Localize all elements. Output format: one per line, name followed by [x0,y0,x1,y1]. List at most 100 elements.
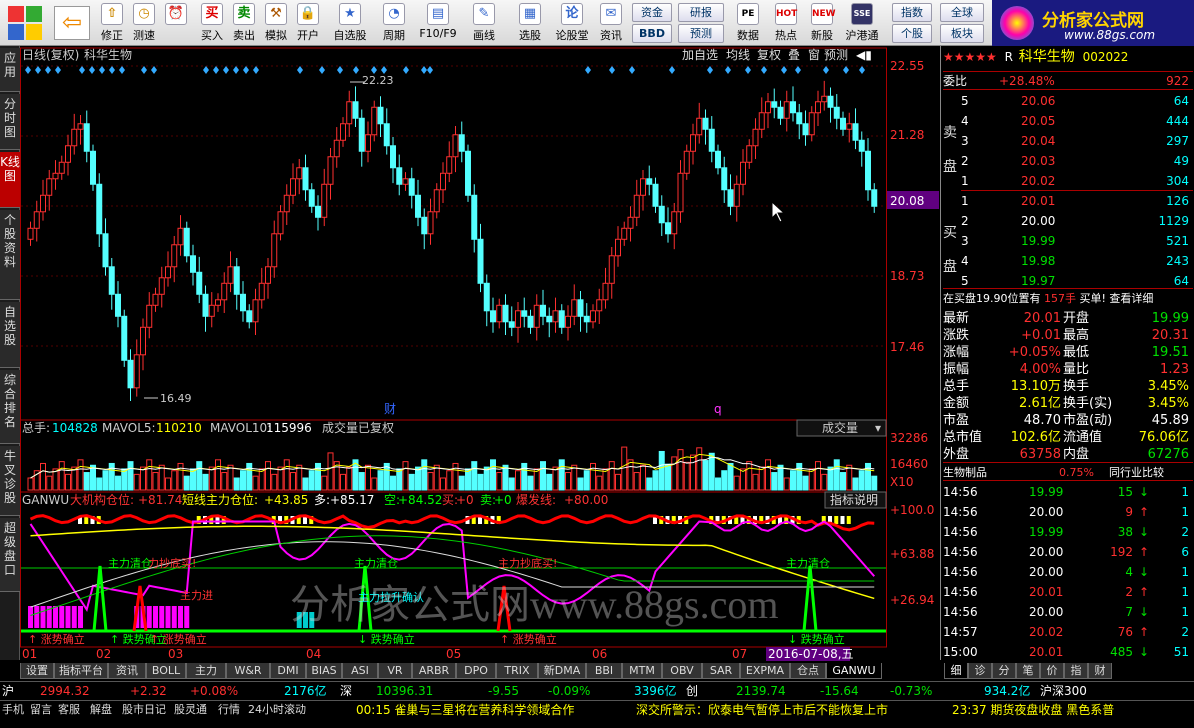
sidebar-item-orderbook[interactable]: 超级盘口 [0,518,20,592]
arrow-up-icon: ↑ [1138,545,1149,559]
tab-16[interactable]: OBV [662,663,702,679]
draw-line-button[interactable]: ✎ 画线 [464,2,504,44]
status-item-7[interactable]: 24小时滚动 [248,701,306,719]
sidebar-item-app[interactable]: 应用 [0,48,20,92]
svg-text:32286: 32286 [890,431,928,445]
news-button[interactable]: ✉ 资讯 [595,2,627,44]
windows-icon[interactable] [8,6,42,40]
bbd-button[interactable]: BBD [632,24,672,43]
svg-text:+81.74: +81.74 [138,493,182,507]
volume-bar [671,456,678,491]
tab-2[interactable]: 资讯 [108,663,146,679]
kline-chart[interactable]: 日线(复权) 科华生物 加自选 均线 复权 叠 窗 预测 ◀▮ 22.55 21… [20,46,940,663]
speaker-icon[interactable]: ◀▮ [856,48,872,62]
news-ticker-3[interactable]: 23:37 期货夜盘收盘 黑色系普 [952,701,1114,719]
tab-8[interactable]: ASI [342,663,378,679]
forum-button[interactable]: 论论股堂 [552,2,592,44]
forecast-button[interactable]: 预测 [678,24,724,43]
tab-10[interactable]: ARBR [412,663,456,679]
overlay-button[interactable]: 叠 [788,48,800,62]
tab-9[interactable]: VR [378,663,412,679]
fund-button[interactable]: 资金 [632,3,672,22]
tab-7[interactable]: BIAS [306,663,342,679]
industry-compare-button[interactable]: 同行业比较 [1109,463,1164,482]
status-item-0[interactable]: 手机 [2,701,24,719]
speed-test-button[interactable]: ◷ 测速 [128,2,160,44]
forecast-chart-button[interactable]: 预测 [824,48,848,62]
buy-label: 买盘 [943,225,957,275]
open-account-button[interactable]: 🔒 开户 [292,2,324,44]
adjust-button[interactable]: 复权 [757,48,781,62]
index-button[interactable]: 指数 [892,3,932,22]
volume-bar [740,468,746,491]
right-tab-6[interactable]: 财 [1088,663,1112,679]
tab-13[interactable]: 新DMA [538,663,586,679]
edit-button[interactable]: ⇧ 修正 [96,2,128,44]
tab-1[interactable]: 指标平台 [54,663,108,679]
right-tab-5[interactable]: 指 [1064,663,1088,679]
hotspot-button[interactable]: HOT 热点 [770,2,802,44]
svg-text:+0: +0 [456,493,474,507]
global-button[interactable]: 全球 [940,3,984,22]
news-ticker-1[interactable]: 00:15 雀巢与三星将在营养科学领域合作 [356,701,574,719]
tab-14[interactable]: BBI [586,663,622,679]
right-tab-1[interactable]: 诊 [968,663,992,679]
status-item-3[interactable]: 解盘 [90,701,112,719]
hk-connect-button[interactable]: SSE 沪港通 [842,2,882,44]
right-tab-4[interactable]: 价 [1040,663,1064,679]
tab-3[interactable]: BOLL [146,663,186,679]
data-button[interactable]: PE 数据 [732,2,764,44]
volume-bar [752,473,759,491]
order-row: 3 20.04 297 [961,134,1189,148]
research-button[interactable]: 研报 [678,3,724,22]
tab-18[interactable]: EXPMA [740,663,790,679]
status-item-1[interactable]: 留言 [30,701,52,719]
right-tab-2[interactable]: 分 [992,663,1016,679]
tab-20[interactable]: GANWU [826,663,882,679]
window-button[interactable]: 窗 [808,48,820,62]
sell-button[interactable]: 卖卖出 [228,2,260,44]
sidebar-item-profile[interactable]: 个股资料 [0,210,20,300]
tab-11[interactable]: DPO [456,663,496,679]
f10-button[interactable]: ▤ F10/F9 [418,2,458,44]
back-arrow-icon[interactable]: ⇦ [54,6,90,40]
right-tab-0[interactable]: 细 [944,663,968,679]
tab-17[interactable]: SAR [702,663,740,679]
big-order-line[interactable]: 在买盘19.90位置有 157手 买单! 查看详细 [943,288,1193,307]
stock-button[interactable]: 个股 [892,24,932,43]
sector-button[interactable]: 板块 [940,24,984,43]
tab-19[interactable]: 仓点 [790,663,826,679]
news-ticker-2[interactable]: 深交所警示：欣泰电气暂停上市后不能恢复上市 [636,701,888,719]
right-tab-3[interactable]: 笔 [1016,663,1040,679]
sidebar-item-kline[interactable]: K线图 [0,152,20,208]
status-item-6[interactable]: 行情 [218,701,240,719]
candle-body [408,178,415,196]
stock-picker-button[interactable]: ▦ 选股 [510,2,550,44]
watchlist-button[interactable]: ★ 自选股 [330,2,370,44]
tab-6[interactable]: DMI [270,663,306,679]
period-button[interactable]: ◔ 周期 [374,2,414,44]
status-item-4[interactable]: 股市日记 [122,701,166,719]
clock-button[interactable]: ⏰ [160,2,192,44]
tab-12[interactable]: TRIX [496,663,538,679]
ma-button[interactable]: 均线 [726,48,750,62]
tab-5[interactable]: W&R [226,663,270,679]
candle-body [821,95,828,103]
sidebar-item-intraday[interactable]: 分时图 [0,94,20,150]
sidebar-item-watchlist[interactable]: 自选股 [0,302,20,368]
q-marker: q [714,402,722,416]
status-item-2[interactable]: 客服 [58,701,80,719]
tab-15[interactable]: MTM [622,663,662,679]
pe-icon: PE [737,3,759,25]
buy-button[interactable]: 买买入 [196,2,228,44]
add-watch-button[interactable]: 加自选 [682,48,718,62]
status-item-5[interactable]: 股灵通 [174,701,207,719]
volume-bar [321,475,328,491]
tab-0[interactable]: 设置 [20,663,54,679]
ipo-button[interactable]: NEW 新股 [806,2,838,44]
simulate-button[interactable]: ⚒ 模拟 [260,2,292,44]
tab-4[interactable]: 主力 [186,663,226,679]
sidebar-item-diagnosis[interactable]: 牛叉诊股 [0,446,20,516]
volume-bar [465,468,471,491]
sidebar-item-ranking[interactable]: 综合排名 [0,370,20,444]
